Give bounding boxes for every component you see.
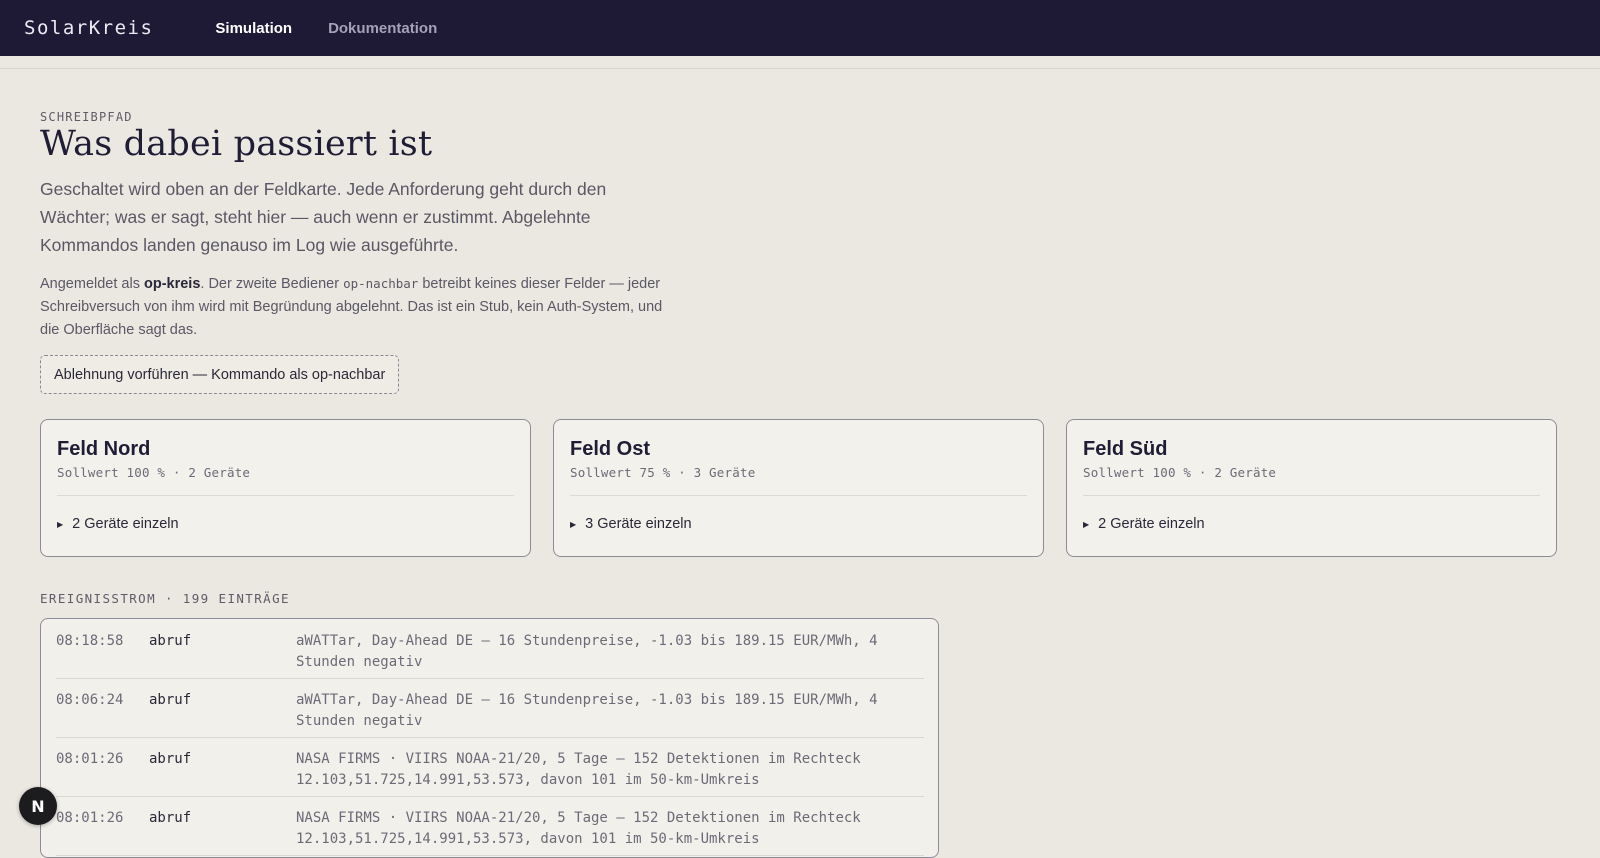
log-message: aWATTar, Day-Ahead DE — 16 Stundenpreise… xyxy=(296,692,878,729)
devices-toggle-label: 3 Geräte einzeln xyxy=(585,516,692,532)
demo-rejection-button[interactable]: Ablehnung vorführen — Kommando als op-na… xyxy=(40,355,400,394)
log-time: 08:01:26 xyxy=(56,810,124,826)
devices-toggle[interactable]: ▶ 3 Geräte einzeln xyxy=(570,516,692,532)
log-row: 08:18:58 abruf aWATTar, Day-Ahead DE — 1… xyxy=(56,619,924,679)
card-divider xyxy=(570,495,1027,496)
log-time: 08:18:58 xyxy=(56,633,124,649)
session-note-prefix: Angemeldet als xyxy=(40,276,144,292)
card-divider xyxy=(57,495,514,496)
current-user: op-kreis xyxy=(143,276,201,292)
log-message: NASA FIRMS · VIIRS NOAA-21/20, 5 Tage — … xyxy=(296,810,861,847)
devices-toggle[interactable]: ▶ 2 Geräte einzeln xyxy=(1083,516,1205,532)
log-time: 08:06:24 xyxy=(56,692,124,708)
log-kind: abruf xyxy=(149,810,192,826)
dev-tools-button[interactable]: N xyxy=(19,787,57,825)
caret-right-icon: ▶ xyxy=(57,519,64,529)
field-meta: Sollwert 75 % · 3 Geräte xyxy=(570,465,756,480)
caret-right-icon: ▶ xyxy=(570,519,577,529)
second-user: op-nachbar xyxy=(343,276,419,291)
field-card-ost: Feld Ost Sollwert 75 % · 3 Geräte ▶ 3 Ge… xyxy=(553,419,1044,557)
field-title: Feld Ost xyxy=(570,438,651,460)
event-stream-label: EREIGNISSTROM · 199 EINTRÄGE xyxy=(40,591,290,606)
event-log[interactable]: 08:18:58 abruf aWATTar, Day-Ahead DE — 1… xyxy=(40,618,939,858)
field-title: Feld Süd xyxy=(1083,438,1168,460)
log-row: 08:01:26 abruf NASA FIRMS · VIIRS NOAA-2… xyxy=(56,737,924,797)
log-kind: abruf xyxy=(149,633,192,649)
nav-dokumentation[interactable]: Dokumentation xyxy=(328,20,437,37)
log-message: aWATTar, Day-Ahead DE — 16 Stundenpreise… xyxy=(296,633,878,670)
nav-simulation[interactable]: Simulation xyxy=(215,20,292,37)
top-navigation-bar: SolarKreis Simulation Dokumentation xyxy=(0,0,1600,56)
log-kind: abruf xyxy=(149,692,192,708)
brand-logo[interactable]: SolarKreis xyxy=(24,17,153,39)
log-row: 08:01:26 abruf NASA FIRMS · VIIRS NOAA-2… xyxy=(56,796,924,856)
devices-toggle[interactable]: ▶ 2 Geräte einzeln xyxy=(57,516,179,532)
header-divider xyxy=(0,68,1600,69)
field-card-sued: Feld Süd Sollwert 100 % · 2 Geräte ▶ 2 G… xyxy=(1066,419,1557,557)
session-note-middle: . Der zweite Bediener xyxy=(200,276,344,292)
page-title: Was dabei passiert ist xyxy=(40,124,433,164)
field-meta: Sollwert 100 % · 2 Geräte xyxy=(57,465,251,480)
field-title: Feld Nord xyxy=(57,438,151,460)
session-note: Angemeldet als op-kreis. Der zweite Bedi… xyxy=(40,272,670,342)
log-time: 08:01:26 xyxy=(56,751,124,767)
log-row: 08:06:24 abruf aWATTar, Day-Ahead DE — 1… xyxy=(56,678,924,738)
field-meta: Sollwert 100 % · 2 Geräte xyxy=(1083,465,1277,480)
caret-right-icon: ▶ xyxy=(1083,519,1090,529)
field-card-nord: Feld Nord Sollwert 100 % · 2 Geräte ▶ 2 … xyxy=(40,419,531,557)
intro-text: Geschaltet wird oben an der Feldkarte. J… xyxy=(40,179,607,255)
log-kind: abruf xyxy=(149,751,192,767)
card-divider xyxy=(1083,495,1540,496)
section-eyebrow: SCHREIBPFAD xyxy=(40,110,133,124)
devices-toggle-label: 2 Geräte einzeln xyxy=(1098,516,1205,532)
log-message: NASA FIRMS · VIIRS NOAA-21/20, 5 Tage — … xyxy=(296,751,861,788)
devices-toggle-label: 2 Geräte einzeln xyxy=(72,516,179,532)
